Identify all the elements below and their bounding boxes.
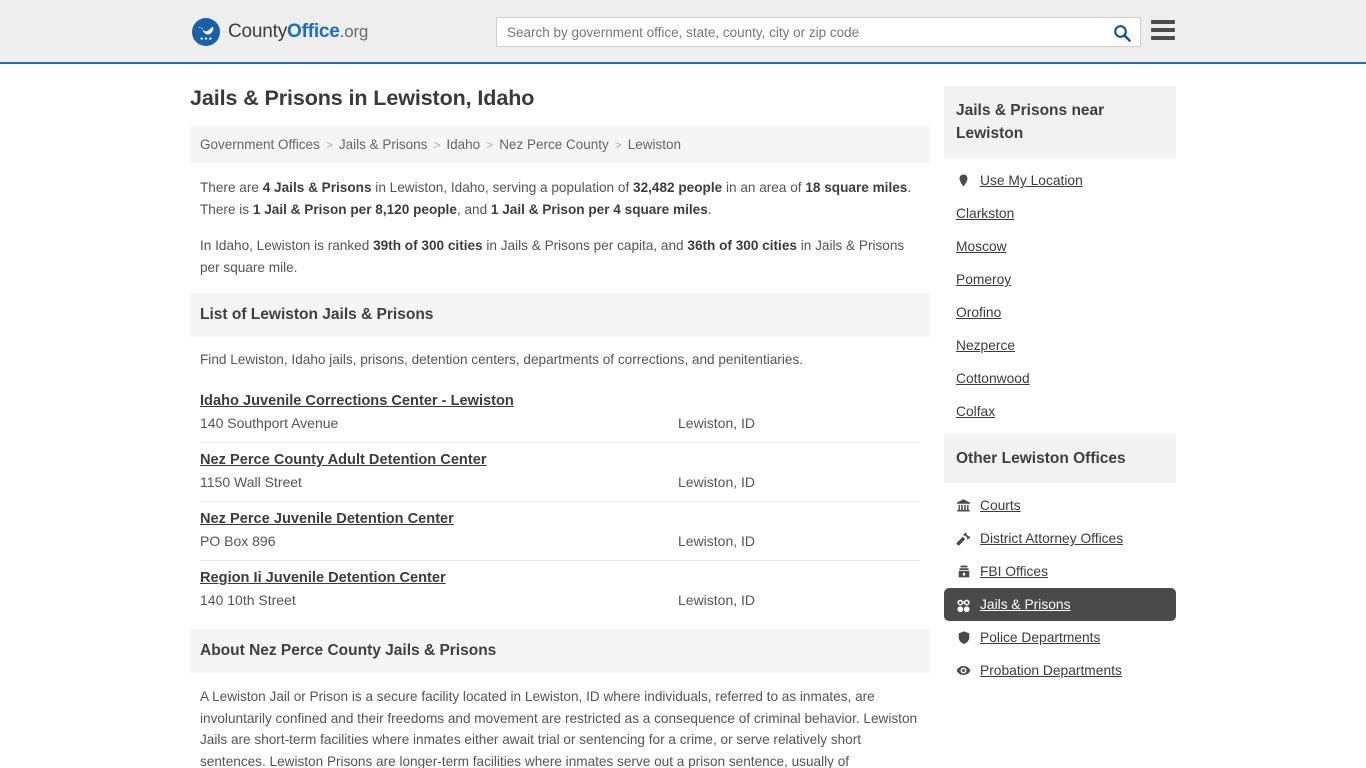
- about-section-heading: About Nez Perce County Jails & Prisons: [190, 629, 930, 673]
- fbi-badge-icon: [956, 564, 971, 579]
- brand-part-org: .org: [339, 22, 369, 41]
- hamburger-menu-icon[interactable]: [1151, 20, 1175, 40]
- shield-icon: [956, 630, 971, 645]
- sidebar-item-label: District Attorney Offices: [980, 531, 1124, 546]
- hamburger-bar: [1151, 36, 1175, 40]
- sidebar-item-label: Use My Location: [980, 173, 1083, 188]
- sidebar-item-label: Colfax: [956, 404, 996, 419]
- sidebar-nearby-item-cottonwood[interactable]: Cottonwood: [944, 362, 1176, 395]
- listing-details: Region Ii Juvenile Detention Center 140 1…: [200, 569, 670, 608]
- breadcrumb-separator-icon: >: [486, 137, 494, 152]
- breadcrumb-item-lewiston[interactable]: Lewiston: [628, 137, 681, 152]
- list-section-body: Find Lewiston, Idaho jails, prisons, det…: [190, 337, 930, 619]
- eagle-stars-logo-icon: [192, 18, 220, 46]
- sidebar-nearby-item-clarkston[interactable]: Clarkston: [944, 197, 1176, 230]
- listing-city-state: Lewiston, ID: [678, 592, 756, 608]
- search-icon[interactable]: [1112, 23, 1132, 43]
- intro-paragraph-stats: There are 4 Jails & Prisons in Lewiston,…: [200, 180, 912, 217]
- listing-details: Idaho Juvenile Corrections Center - Lewi…: [200, 392, 670, 431]
- breadcrumb-separator-icon: >: [325, 137, 333, 152]
- listing-name-link[interactable]: Nez Perce County Adult Detention Center: [200, 452, 487, 468]
- sidebar-office-item-courts[interactable]: Courts: [944, 489, 1176, 522]
- site-logo[interactable]: CountyOffice.org: [192, 18, 368, 46]
- search-container: [496, 17, 1141, 47]
- sidebar-item-label: Courts: [980, 498, 1021, 513]
- sidebar-item-label: Pomeroy: [956, 272, 1012, 287]
- listing-address: 1150 Wall Street: [200, 474, 302, 490]
- listing-address: PO Box 896: [200, 533, 276, 549]
- list-section-heading: List of Lewiston Jails & Prisons: [190, 293, 930, 337]
- breadcrumb: Government Offices > Jails & Prisons > I…: [190, 126, 930, 163]
- listing-row: Nez Perce Juvenile Detention Center PO Bo…: [200, 502, 920, 561]
- listing-details: Nez Perce Juvenile Detention Center PO Bo…: [200, 510, 670, 549]
- sidebar-nearby-item-moscow[interactable]: Moscow: [944, 230, 1176, 263]
- site-header: CountyOffice.org: [0, 0, 1366, 64]
- breadcrumb-item-government-offices[interactable]: Government Offices: [200, 137, 320, 152]
- breadcrumb-separator-icon: >: [433, 137, 441, 152]
- page-title: Jails & Prisons in Lewiston, Idaho: [190, 86, 535, 110]
- map-pin-icon: [956, 173, 971, 188]
- listing-address: 140 Southport Avenue: [200, 415, 339, 431]
- sidebar-nearby-heading: Jails & Prisons near Lewiston: [944, 86, 1176, 158]
- content-container: Jails & Prisons in Lewiston, Idaho Gover…: [190, 64, 1176, 768]
- intro-section: There are 4 Jails & Prisons in Lewiston,…: [190, 163, 930, 279]
- list-section-lead: Find Lewiston, Idaho jails, prisons, det…: [200, 352, 803, 367]
- search-box[interactable]: [496, 17, 1141, 47]
- listing-details: Nez Perce County Adult Detention Center 1…: [200, 451, 670, 490]
- about-section-body: A Lewiston Jail or Prison is a secure fa…: [190, 673, 930, 768]
- sidebar-item-label: Probation Departments: [980, 663, 1122, 678]
- search-input[interactable]: [507, 24, 1104, 40]
- sidebar-office-item-probation-departments[interactable]: Probation Departments: [944, 654, 1176, 687]
- sidebar-other-offices-heading: Other Lewiston Offices: [944, 434, 1176, 483]
- sidebar-nearby-list: Use My Location Clarkston Moscow Pomeroy Oro…: [944, 158, 1176, 434]
- listing-row: Nez Perce County Adult Detention Center 1…: [200, 443, 920, 502]
- listing-city-state: Lewiston, ID: [678, 533, 756, 549]
- sidebar-nearby-item-colfax[interactable]: Colfax: [944, 395, 1176, 428]
- sidebar-office-item-jails-prisons[interactable]: Jails & Prisons: [944, 588, 1176, 621]
- hamburger-bar: [1151, 20, 1175, 24]
- breadcrumb-item-nez-perce-county[interactable]: Nez Perce County: [499, 137, 609, 152]
- listing-row: Region Ii Juvenile Detention Center 140 1…: [200, 561, 920, 619]
- sidebar-office-item-district-attorney-offices[interactable]: District Attorney Offices: [944, 522, 1176, 555]
- sidebar-item-label: Orofino: [956, 305, 1002, 320]
- eye-icon: [956, 663, 971, 678]
- listing-name-link[interactable]: Nez Perce Juvenile Detention Center: [200, 511, 454, 527]
- listing-address: 140 10th Street: [200, 592, 296, 608]
- sidebar-item-label: Police Departments: [980, 630, 1101, 645]
- hamburger-bar: [1151, 28, 1175, 32]
- sidebar-nearby-item-orofino[interactable]: Orofino: [944, 296, 1176, 329]
- sidebar-item-label: FBI Offices: [980, 564, 1048, 579]
- brand-part-county: County: [228, 21, 288, 42]
- listing-name-link[interactable]: Region Ii Juvenile Detention Center: [200, 570, 446, 586]
- intro-paragraph-ranking: In Idaho, Lewiston is ranked 39th of 300…: [200, 238, 905, 275]
- sidebar-nearby-item-pomeroy[interactable]: Pomeroy: [944, 263, 1176, 296]
- sidebar-other-offices-list: Courts District Attorney Offices FBI Offic…: [944, 483, 1176, 693]
- listing-city-state: Lewiston, ID: [678, 474, 756, 490]
- page-body: Jails & Prisons in Lewiston, Idaho Gover…: [0, 64, 1366, 768]
- listing-row: Idaho Juvenile Corrections Center - Lewi…: [200, 384, 920, 443]
- sidebar-office-item-police-departments[interactable]: Police Departments: [944, 621, 1176, 654]
- brand-wordmark: CountyOffice.org: [228, 21, 368, 43]
- jails-prisons-list: Idaho Juvenile Corrections Center - Lewi…: [200, 384, 920, 619]
- sidebar-item-label: Moscow: [956, 239, 1007, 254]
- sidebar-item-label: Nezperce: [956, 338, 1016, 353]
- breadcrumb-separator-icon: >: [614, 137, 622, 152]
- handcuffs-icon: [956, 597, 971, 612]
- sidebar-nearby-item-nezperce[interactable]: Nezperce: [944, 329, 1176, 362]
- about-section-text: A Lewiston Jail or Prison is a secure fa…: [200, 689, 918, 768]
- brand-part-office: Office: [287, 21, 340, 42]
- bank-columns-icon: [956, 498, 971, 513]
- sidebar-nearby-item-use-my-location[interactable]: Use My Location: [944, 164, 1176, 197]
- breadcrumb-item-idaho[interactable]: Idaho: [446, 137, 480, 152]
- listing-name-link[interactable]: Idaho Juvenile Corrections Center - Lewi…: [200, 393, 514, 409]
- sidebar-item-label: Jails & Prisons: [980, 597, 1071, 612]
- sidebar: Jails & Prisons near Lewiston Use My Loc…: [944, 86, 1176, 768]
- listing-city-state: Lewiston, ID: [678, 415, 756, 431]
- sidebar-office-item-fbi-offices[interactable]: FBI Offices: [944, 555, 1176, 588]
- gavel-icon: [956, 531, 971, 546]
- sidebar-item-label: Clarkston: [956, 206, 1015, 221]
- main-column: Jails & Prisons in Lewiston, Idaho Gover…: [190, 86, 930, 768]
- sidebar-item-label: Cottonwood: [956, 371, 1030, 386]
- breadcrumb-item-jails-prisons[interactable]: Jails & Prisons: [339, 137, 428, 152]
